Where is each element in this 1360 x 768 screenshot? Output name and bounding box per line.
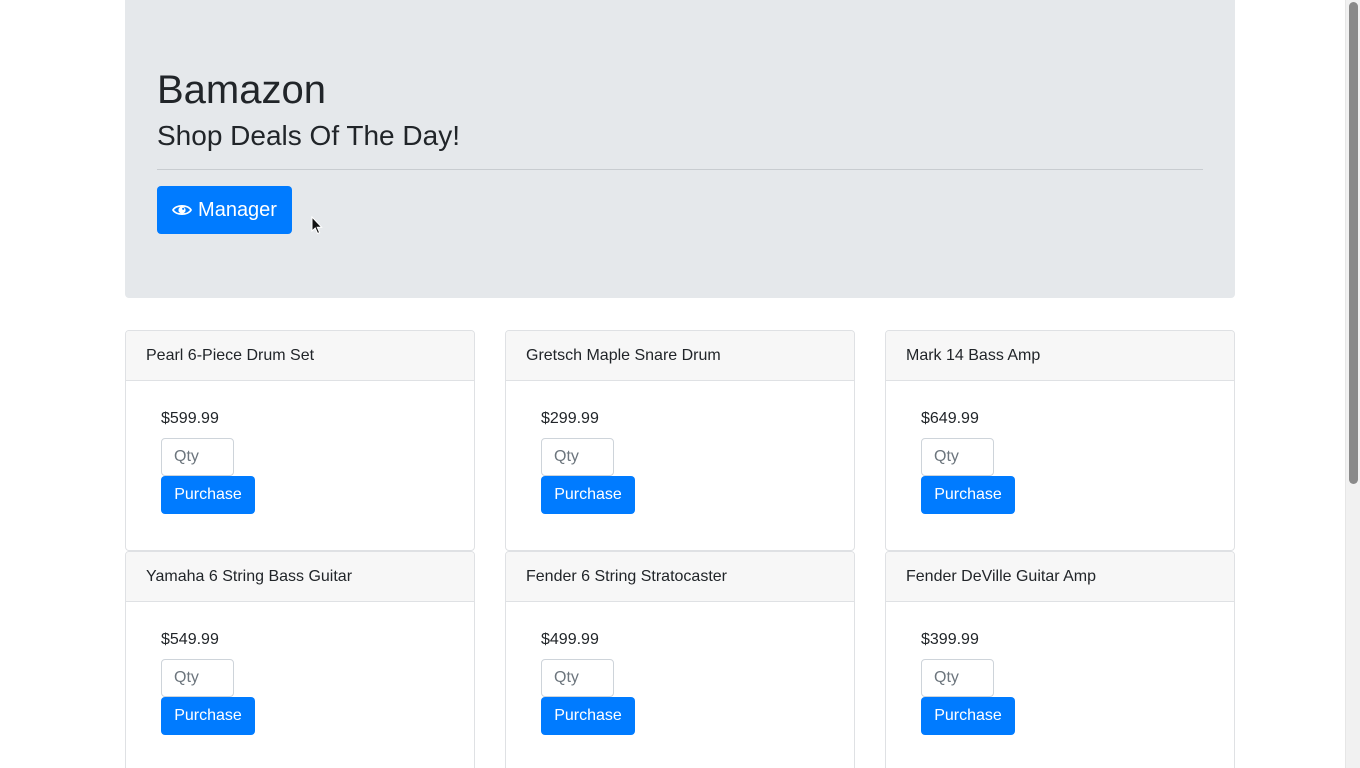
product-price: $549.99 [161, 631, 219, 648]
product-card: Gretsch Maple Snare Drum $299.99 Purchas… [505, 330, 855, 551]
qty-input[interactable] [921, 438, 994, 476]
product-name: Fender DeVille Guitar Amp [886, 552, 1234, 602]
product-card: Fender 6 String Stratocaster $499.99 Pur… [505, 551, 855, 768]
qty-input[interactable] [161, 438, 234, 476]
product-name: Pearl 6-Piece Drum Set [126, 331, 474, 381]
eye-icon [172, 200, 193, 220]
product-price: $299.99 [541, 410, 599, 427]
manager-button-label: Manager [198, 199, 277, 221]
mouse-cursor-icon [311, 215, 323, 235]
purchase-button[interactable]: Purchase [921, 697, 1015, 735]
divider [157, 169, 1203, 170]
product-price: $649.99 [921, 410, 979, 427]
manager-button[interactable]: Manager [157, 186, 292, 234]
product-name: Gretsch Maple Snare Drum [506, 331, 854, 381]
jumbotron: Bamazon Shop Deals Of The Day! Manager [125, 0, 1235, 298]
product-name: Yamaha 6 String Bass Guitar [126, 552, 474, 602]
purchase-button[interactable]: Purchase [541, 697, 635, 735]
product-card: Fender DeVille Guitar Amp $399.99 Purcha… [885, 551, 1235, 768]
scrollbar-thumb[interactable] [1349, 2, 1358, 484]
qty-input[interactable] [541, 659, 614, 697]
purchase-button[interactable]: Purchase [161, 697, 255, 735]
qty-input[interactable] [161, 659, 234, 697]
product-price: $599.99 [161, 410, 219, 427]
product-name: Mark 14 Bass Amp [886, 331, 1234, 381]
product-card: Mark 14 Bass Amp $649.99 Purchase [885, 330, 1235, 551]
product-price: $399.99 [921, 631, 979, 648]
purchase-button[interactable]: Purchase [921, 476, 1015, 514]
tagline: Shop Deals Of The Day! [157, 120, 460, 151]
site-title: Bamazon [157, 68, 326, 112]
purchase-button[interactable]: Purchase [541, 476, 635, 514]
vertical-scrollbar[interactable] [1345, 0, 1360, 768]
product-name: Fender 6 String Stratocaster [506, 552, 854, 602]
page: Bamazon Shop Deals Of The Day! Manager P… [0, 0, 1345, 768]
product-price: $499.99 [541, 631, 599, 648]
qty-input[interactable] [921, 659, 994, 697]
qty-input[interactable] [541, 438, 614, 476]
product-card: Yamaha 6 String Bass Guitar $549.99 Purc… [125, 551, 475, 768]
product-card: Pearl 6-Piece Drum Set $599.99 Purchase [125, 330, 475, 551]
purchase-button[interactable]: Purchase [161, 476, 255, 514]
